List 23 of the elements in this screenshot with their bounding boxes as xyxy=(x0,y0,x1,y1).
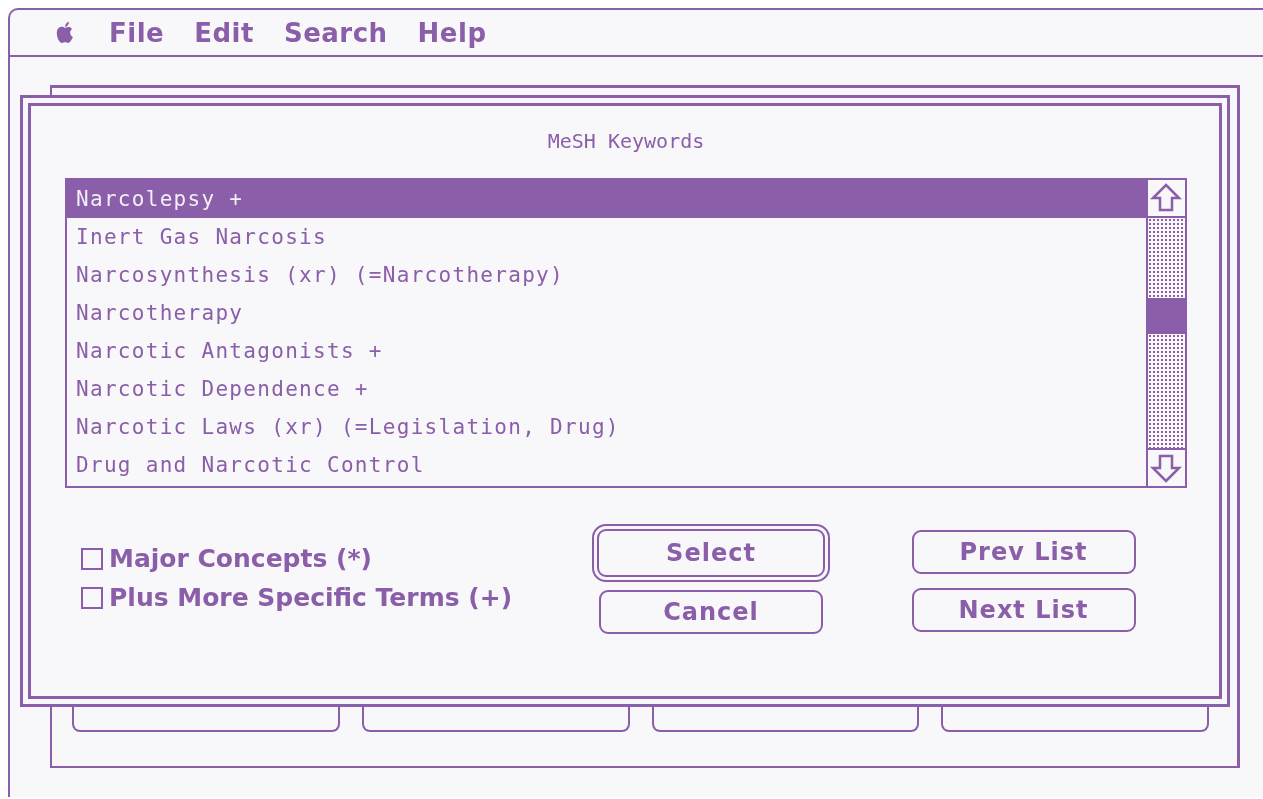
scroll-thumb[interactable] xyxy=(1148,298,1185,334)
list-item[interactable]: Narcotic Laws (xr) (=Legislation, Drug) xyxy=(67,408,1146,446)
list-nav-button[interactable]: Next List xyxy=(911,588,1136,632)
checkbox-label: Plus More Specific Terms (+) xyxy=(109,583,513,612)
list-item[interactable]: Narcotic Antagonists + xyxy=(67,332,1146,370)
apple-icon[interactable] xyxy=(55,20,75,45)
list-item[interactable]: Inert Gas Narcosis xyxy=(67,218,1146,256)
dialog-button[interactable]: Select xyxy=(592,524,830,582)
list-item[interactable]: Narcotherapy xyxy=(67,294,1146,332)
checkbox[interactable] xyxy=(81,586,103,609)
list-item[interactable]: Narcosynthesis (xr) (=Narcotherapy) xyxy=(67,256,1146,294)
checkbox[interactable] xyxy=(81,547,103,570)
menu-item[interactable]: File xyxy=(109,17,165,48)
dialog-button[interactable]: Cancel xyxy=(599,590,823,634)
menu-item[interactable]: Help xyxy=(417,17,487,48)
list-item[interactable]: Narcotic Dependence + xyxy=(67,370,1146,408)
menu-item[interactable]: Search xyxy=(283,17,388,48)
menu-item[interactable]: Edit xyxy=(194,17,254,48)
list-item[interactable]: Narcolepsy + xyxy=(67,180,1146,218)
list-item[interactable]: Drug and Narcotic Control xyxy=(67,446,1146,484)
dialog-title: MeSH Keywords xyxy=(546,128,706,155)
list-nav-button[interactable]: Prev List xyxy=(911,530,1136,574)
checkbox-label: Major Concepts (*) xyxy=(109,544,372,573)
